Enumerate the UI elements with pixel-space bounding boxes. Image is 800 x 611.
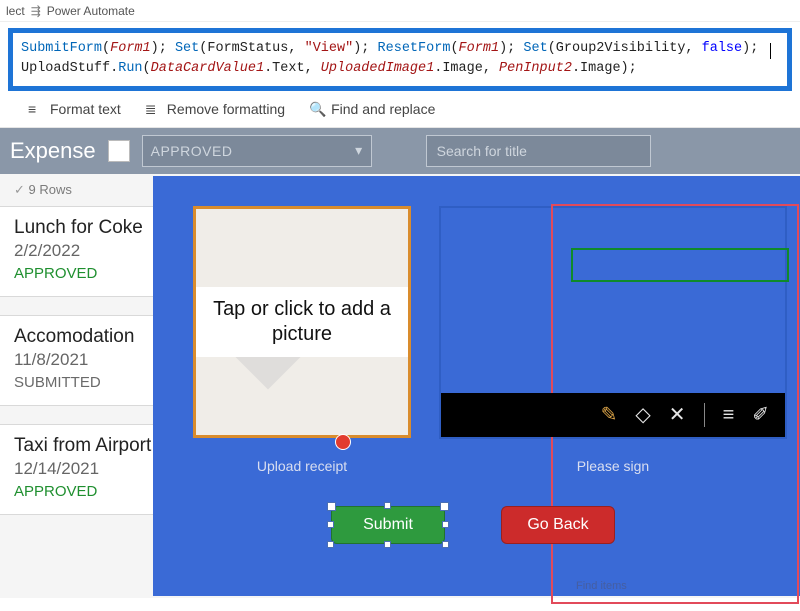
status-dropdown[interactable]: APPROVED ▾	[142, 135, 372, 167]
formula-bar[interactable]: SubmitForm(Form1); Set(FormStatus, "View…	[8, 28, 792, 91]
pen-toolbar: ✎ ◇ ✕ ≡ ✐	[441, 393, 785, 437]
add-picture-control[interactable]: Tap or click to add a picture	[193, 206, 411, 438]
add-picture-label: Tap or click to add a picture	[196, 287, 408, 357]
item-date: 12/14/2021	[14, 459, 146, 479]
formula-toolbar: ≡ Format text ≣ Remove formatting 🔍 Find…	[0, 95, 800, 128]
item-date: 11/8/2021	[14, 350, 146, 370]
search-icon: 🔍	[309, 101, 325, 117]
item-title: Accomodation	[14, 326, 146, 348]
sign-caption: Please sign	[439, 458, 787, 474]
format-text-button[interactable]: ≡ Format text	[28, 101, 121, 117]
format-text-label: Format text	[50, 101, 121, 117]
popup-group: Tap or click to add a picture Upload rec…	[153, 176, 800, 596]
go-back-button[interactable]: Go Back	[501, 506, 615, 544]
status-dropdown-label: APPROVED	[151, 143, 233, 159]
list-item[interactable]: Taxi from Airport 12/14/2021 APPROVED	[0, 424, 160, 515]
format-icon: ≡	[28, 101, 44, 117]
header-row: Expense APPROVED ▾ Search for title	[0, 128, 800, 174]
pen-icon[interactable]: ✎	[601, 405, 618, 425]
ribbon-bar: lect ⇶ Power Automate	[0, 0, 800, 22]
item-status: APPROVED	[14, 483, 146, 500]
ribbon-select-hint: lect	[6, 4, 25, 18]
power-automate-label[interactable]: Power Automate	[47, 4, 135, 18]
remove-formatting-button[interactable]: ≣ Remove formatting	[145, 101, 285, 117]
signature-line	[571, 248, 789, 282]
formula-code[interactable]: SubmitForm(Form1); Set(FormStatus, "View…	[21, 39, 779, 80]
remove-format-label: Remove formatting	[167, 101, 285, 117]
close-icon[interactable]: ✕	[669, 405, 686, 425]
eraser-icon[interactable]: ◇	[635, 405, 650, 425]
power-automate-icon: ⇶	[31, 4, 41, 18]
remove-format-icon: ≣	[145, 101, 161, 117]
find-items-hint: Find items	[576, 580, 627, 592]
toolbar-divider	[704, 403, 705, 427]
go-back-label: Go Back	[527, 516, 588, 534]
list-item[interactable]: Accomodation 11/8/2021 SUBMITTED	[0, 315, 160, 406]
submit-button[interactable]: Submit	[331, 506, 445, 544]
app-canvas: Expense APPROVED ▾ Search for title 9 Ro…	[0, 128, 800, 598]
search-placeholder: Search for title	[437, 143, 527, 159]
error-badge-icon[interactable]	[335, 434, 351, 450]
approved-checkbox[interactable]	[108, 140, 130, 162]
lines-icon[interactable]: ≡	[723, 405, 735, 425]
find-replace-button[interactable]: 🔍 Find and replace	[309, 101, 435, 117]
item-date: 2/2/2022	[14, 241, 146, 261]
formula-caret	[770, 43, 771, 59]
chevron-down-icon: ▾	[355, 142, 363, 159]
item-status: APPROVED	[14, 265, 146, 282]
find-replace-label: Find and replace	[331, 101, 435, 117]
submit-label: Submit	[363, 516, 413, 534]
upload-caption: Upload receipt	[193, 458, 411, 474]
item-title: Lunch for Coke	[14, 217, 146, 239]
page-title: Expense	[10, 138, 96, 164]
pen-input[interactable]: ✎ ◇ ✕ ≡ ✐	[439, 206, 787, 439]
list-item[interactable]: Lunch for Coke 2/2/2022 APPROVED	[0, 206, 160, 297]
search-input[interactable]: Search for title	[426, 135, 651, 167]
item-title: Taxi from Airport	[14, 435, 146, 457]
item-status: SUBMITTED	[14, 374, 146, 391]
edit-icon[interactable]: ✐	[752, 405, 769, 425]
